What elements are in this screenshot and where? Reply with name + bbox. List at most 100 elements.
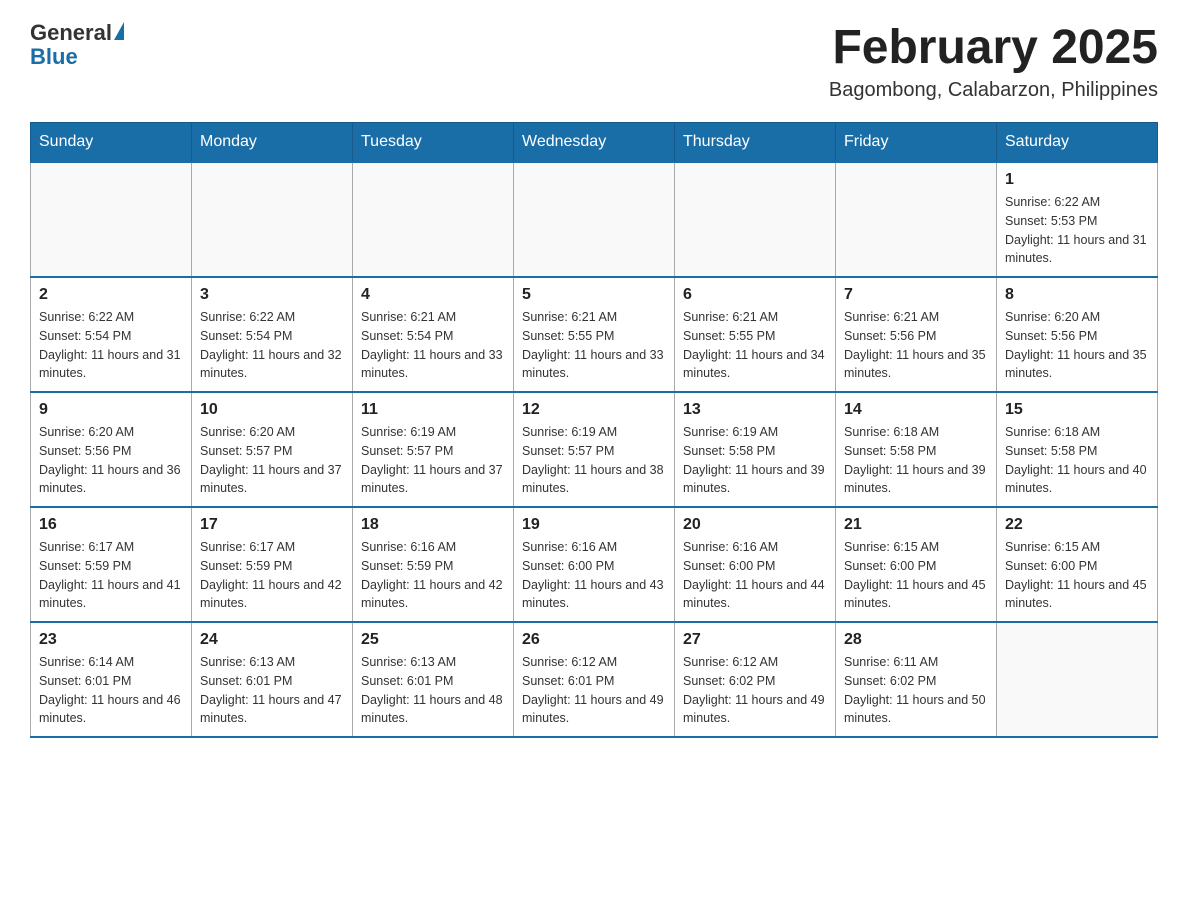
calendar-cell: 19 Sunrise: 6:16 AMSunset: 6:00 PMDayligh… (514, 507, 675, 622)
day-number: 17 (200, 516, 344, 534)
day-info: Sunrise: 6:12 AMSunset: 6:02 PMDaylight:… (683, 653, 827, 728)
calendar-cell: 25 Sunrise: 6:13 AMSunset: 6:01 PMDayligh… (353, 622, 514, 737)
calendar-cell: 4 Sunrise: 6:21 AMSunset: 5:54 PMDaylight… (353, 277, 514, 392)
day-number: 4 (361, 286, 505, 304)
day-number: 19 (522, 516, 666, 534)
day-number: 2 (39, 286, 183, 304)
day-number: 18 (361, 516, 505, 534)
calendar-cell (514, 162, 675, 277)
calendar-cell: 9 Sunrise: 6:20 AMSunset: 5:56 PMDaylight… (31, 392, 192, 507)
calendar-cell: 18Sunrise: 6:16 AMSunset: 5:59 PMDayligh… (353, 507, 514, 622)
day-info: Sunrise: 6:21 AMSunset: 5:54 PMDaylight:… (361, 308, 505, 383)
calendar-header-friday: Friday (836, 123, 997, 163)
day-info: Sunrise: 6:13 AMSunset: 6:01 PMDaylight:… (200, 653, 344, 728)
day-info: Sunrise: 6:22 AMSunset: 5:54 PMDaylight:… (200, 308, 344, 383)
calendar-header-tuesday: Tuesday (353, 123, 514, 163)
day-number: 24 (200, 631, 344, 649)
calendar-cell (353, 162, 514, 277)
calendar-cell: 24 Sunrise: 6:13 AMSunset: 6:01 PMDayligh… (192, 622, 353, 737)
page-header: General Blue February 2025 Bagombong, Ca… (30, 20, 1158, 102)
day-number: 13 (683, 401, 827, 419)
day-info: Sunrise: 6:20 AMSunset: 5:56 PMDaylight:… (1005, 308, 1149, 383)
logo-triangle-icon (114, 22, 124, 40)
day-info: Sunrise: 6:19 AMSunset: 5:57 PMDaylight:… (361, 423, 505, 498)
day-number: 6 (683, 286, 827, 304)
calendar-cell: 28 Sunrise: 6:11 AMSunset: 6:02 PMDayligh… (836, 622, 997, 737)
day-number: 7 (844, 286, 988, 304)
calendar-header-thursday: Thursday (675, 123, 836, 163)
calendar-cell (836, 162, 997, 277)
day-number: 15 (1005, 401, 1149, 419)
day-number: 23 (39, 631, 183, 649)
day-info: Sunrise: 6:22 AMSunset: 5:54 PMDaylight:… (39, 308, 183, 383)
day-info: Sunrise: 6:16 AMSunset: 6:00 PMDaylight:… (683, 538, 827, 613)
day-number: 28 (844, 631, 988, 649)
day-info: Sunrise: 6:22 AMSunset: 5:53 PMDaylight:… (1005, 193, 1149, 268)
day-info: Sunrise: 6:16 AMSunset: 6:00 PMDaylight:… (522, 538, 666, 613)
calendar-header-sunday: Sunday (31, 123, 192, 163)
calendar-cell: 6Sunrise: 6:21 AMSunset: 5:55 PMDaylight… (675, 277, 836, 392)
calendar-cell: 12Sunrise: 6:19 AMSunset: 5:57 PMDayligh… (514, 392, 675, 507)
calendar-cell: 7Sunrise: 6:21 AMSunset: 5:56 PMDaylight… (836, 277, 997, 392)
day-number: 27 (683, 631, 827, 649)
calendar-cell: 3 Sunrise: 6:22 AMSunset: 5:54 PMDaylight… (192, 277, 353, 392)
calendar-cell: 8Sunrise: 6:20 AMSunset: 5:56 PMDaylight… (997, 277, 1158, 392)
logo-general-text: General (30, 20, 112, 46)
day-number: 25 (361, 631, 505, 649)
calendar-header-row: SundayMondayTuesdayWednesdayThursdayFrid… (31, 123, 1158, 163)
title-section: February 2025 Bagombong, Calabarzon, Phi… (829, 20, 1158, 102)
day-info: Sunrise: 6:13 AMSunset: 6:01 PMDaylight:… (361, 653, 505, 728)
day-number: 20 (683, 516, 827, 534)
day-info: Sunrise: 6:20 AMSunset: 5:56 PMDaylight:… (39, 423, 183, 498)
day-info: Sunrise: 6:15 AMSunset: 6:00 PMDaylight:… (844, 538, 988, 613)
calendar-header-saturday: Saturday (997, 123, 1158, 163)
day-info: Sunrise: 6:17 AMSunset: 5:59 PMDaylight:… (200, 538, 344, 613)
calendar-week-1: 1 Sunrise: 6:22 AMSunset: 5:53 PMDaylight… (31, 162, 1158, 277)
day-number: 1 (1005, 171, 1149, 189)
day-number: 22 (1005, 516, 1149, 534)
calendar-cell: 1 Sunrise: 6:22 AMSunset: 5:53 PMDaylight… (997, 162, 1158, 277)
day-info: Sunrise: 6:18 AMSunset: 5:58 PMDaylight:… (844, 423, 988, 498)
calendar-cell (192, 162, 353, 277)
calendar-cell: 23 Sunrise: 6:14 AMSunset: 6:01 PMDayligh… (31, 622, 192, 737)
day-info: Sunrise: 6:20 AMSunset: 5:57 PMDaylight:… (200, 423, 344, 498)
calendar-week-3: 9 Sunrise: 6:20 AMSunset: 5:56 PMDaylight… (31, 392, 1158, 507)
day-number: 10 (200, 401, 344, 419)
calendar-header-wednesday: Wednesday (514, 123, 675, 163)
calendar-week-5: 23 Sunrise: 6:14 AMSunset: 6:01 PMDayligh… (31, 622, 1158, 737)
day-number: 14 (844, 401, 988, 419)
calendar-cell: 15 Sunrise: 6:18 AMSunset: 5:58 PMDayligh… (997, 392, 1158, 507)
calendar-cell: 5Sunrise: 6:21 AMSunset: 5:55 PMDaylight… (514, 277, 675, 392)
day-info: Sunrise: 6:12 AMSunset: 6:01 PMDaylight:… (522, 653, 666, 728)
calendar-cell: 21Sunrise: 6:15 AMSunset: 6:00 PMDayligh… (836, 507, 997, 622)
calendar-week-4: 16 Sunrise: 6:17 AMSunset: 5:59 PMDayligh… (31, 507, 1158, 622)
day-number: 16 (39, 516, 183, 534)
calendar-cell (31, 162, 192, 277)
calendar-cell (675, 162, 836, 277)
calendar-cell: 14 Sunrise: 6:18 AMSunset: 5:58 PMDayligh… (836, 392, 997, 507)
day-info: Sunrise: 6:18 AMSunset: 5:58 PMDaylight:… (1005, 423, 1149, 498)
day-info: Sunrise: 6:19 AMSunset: 5:58 PMDaylight:… (683, 423, 827, 498)
calendar-cell: 2 Sunrise: 6:22 AMSunset: 5:54 PMDaylight… (31, 277, 192, 392)
calendar-header-monday: Monday (192, 123, 353, 163)
day-info: Sunrise: 6:11 AMSunset: 6:02 PMDaylight:… (844, 653, 988, 728)
calendar-week-2: 2 Sunrise: 6:22 AMSunset: 5:54 PMDaylight… (31, 277, 1158, 392)
logo-wordmark: General Blue (30, 20, 124, 70)
calendar-table: SundayMondayTuesdayWednesdayThursdayFrid… (30, 122, 1158, 738)
day-number: 5 (522, 286, 666, 304)
day-number: 3 (200, 286, 344, 304)
calendar-cell: 10 Sunrise: 6:20 AMSunset: 5:57 PMDayligh… (192, 392, 353, 507)
day-number: 9 (39, 401, 183, 419)
calendar-cell: 13 Sunrise: 6:19 AMSunset: 5:58 PMDayligh… (675, 392, 836, 507)
day-number: 11 (361, 401, 505, 419)
page-subtitle: Bagombong, Calabarzon, Philippines (829, 79, 1158, 102)
day-info: Sunrise: 6:14 AMSunset: 6:01 PMDaylight:… (39, 653, 183, 728)
day-info: Sunrise: 6:15 AMSunset: 6:00 PMDaylight:… (1005, 538, 1149, 613)
day-number: 12 (522, 401, 666, 419)
calendar-cell: 22 Sunrise: 6:15 AMSunset: 6:00 PMDayligh… (997, 507, 1158, 622)
calendar-cell: 20 Sunrise: 6:16 AMSunset: 6:00 PMDayligh… (675, 507, 836, 622)
calendar-cell: 11 Sunrise: 6:19 AMSunset: 5:57 PMDayligh… (353, 392, 514, 507)
day-number: 26 (522, 631, 666, 649)
calendar-cell (997, 622, 1158, 737)
calendar-cell: 16Sunrise: 6:17 AMSunset: 5:59 PMDayligh… (31, 507, 192, 622)
